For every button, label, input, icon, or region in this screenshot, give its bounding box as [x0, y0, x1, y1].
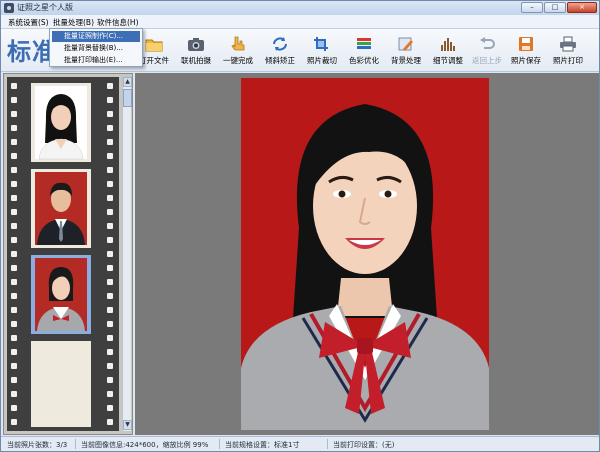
scrollbar-thumb[interactable] [123, 89, 132, 107]
thumbnail-1[interactable] [31, 83, 91, 162]
id-photo-preview[interactable] [241, 78, 489, 430]
thumbnail-empty-slot [31, 341, 91, 427]
menu-batch-processing[interactable]: 批量处理(B) [53, 17, 94, 28]
thumbnail-scrollbar[interactable]: ▲ ▼ [122, 77, 132, 431]
maximize-button[interactable]: □ [544, 2, 566, 13]
photo-save-button[interactable]: 照片保存 [505, 32, 547, 68]
detail-adjust-button[interactable]: 细节调整 [427, 32, 469, 68]
photo-crop-button[interactable]: 照片裁切 [301, 32, 343, 68]
levels-chart-icon [439, 36, 457, 52]
camera-icon [187, 36, 205, 52]
menu-system-settings[interactable]: 系统设置(S) [8, 17, 49, 28]
window-title: 证照之星个人版 [17, 3, 73, 12]
menu-bar: 系统设置(S) 批量处理(B) 软件信息(H) [1, 15, 599, 29]
crop-icon [313, 36, 331, 52]
batch-background-replace-item[interactable]: 批量背景替换(B)... [52, 43, 140, 54]
background-process-button[interactable]: 背景处理 [385, 32, 427, 68]
scroll-up-icon[interactable]: ▲ [123, 77, 132, 87]
scroll-down-icon[interactable]: ▼ [123, 420, 132, 430]
status-image-info: 当前图像信息:424*600，缩放比例 99% [81, 441, 209, 449]
batch-print-output-item[interactable]: 批量打印输出(E)... [52, 55, 140, 66]
batch-id-photo-item[interactable]: 批量证照制作(C)... [52, 31, 140, 42]
undo-button[interactable]: 返回上步 [466, 32, 508, 68]
folder-icon [145, 36, 163, 52]
one-click-complete-button[interactable]: 一键完成 [217, 32, 259, 68]
filmstrip [7, 77, 119, 431]
batch-menu-dropdown: 批量证照制作(C)... 批量背景替换(B)... 批量打印输出(E)... [49, 28, 143, 67]
camera-app-icon [4, 3, 14, 13]
background-brush-icon [397, 36, 415, 52]
undo-arrow-icon [478, 36, 496, 52]
color-bars-icon [355, 36, 373, 52]
menu-software-info[interactable]: 软件信息(H) [97, 17, 139, 28]
thumbnail-3[interactable] [31, 255, 91, 334]
tilt-correction-button[interactable]: 倾斜矫正 [259, 32, 301, 68]
status-spec-setting: 当前规格设置：标准1寸 [225, 441, 300, 449]
hand-click-icon [229, 36, 247, 52]
status-bar: 当前照片张数：3/3 当前图像信息:424*600，缩放比例 99% 当前规格设… [1, 436, 599, 451]
minimize-button[interactable]: – [521, 2, 543, 13]
thumbnail-2[interactable] [31, 169, 91, 248]
save-disk-icon [517, 36, 535, 52]
close-button[interactable]: × [567, 2, 597, 13]
photo-preview-area [135, 73, 599, 435]
photo-print-button[interactable]: 照片打印 [547, 32, 589, 68]
status-photo-count: 当前照片张数：3/3 [7, 441, 68, 449]
rotate-correct-icon [271, 36, 289, 52]
printer-icon [559, 36, 577, 52]
app-window: 证照之星个人版 – □ × 系统设置(S) 批量处理(B) 软件信息(H) 标准… [0, 0, 600, 452]
status-print-setting: 当前打印设置：(无) [333, 441, 395, 449]
camera-capture-button[interactable]: 联机拍摄 [175, 32, 217, 68]
color-optimize-button[interactable]: 色彩优化 [343, 32, 385, 68]
thumbnail-pane: ▲ ▼ [3, 73, 133, 435]
title-bar: 证照之星个人版 – □ × [1, 1, 599, 15]
